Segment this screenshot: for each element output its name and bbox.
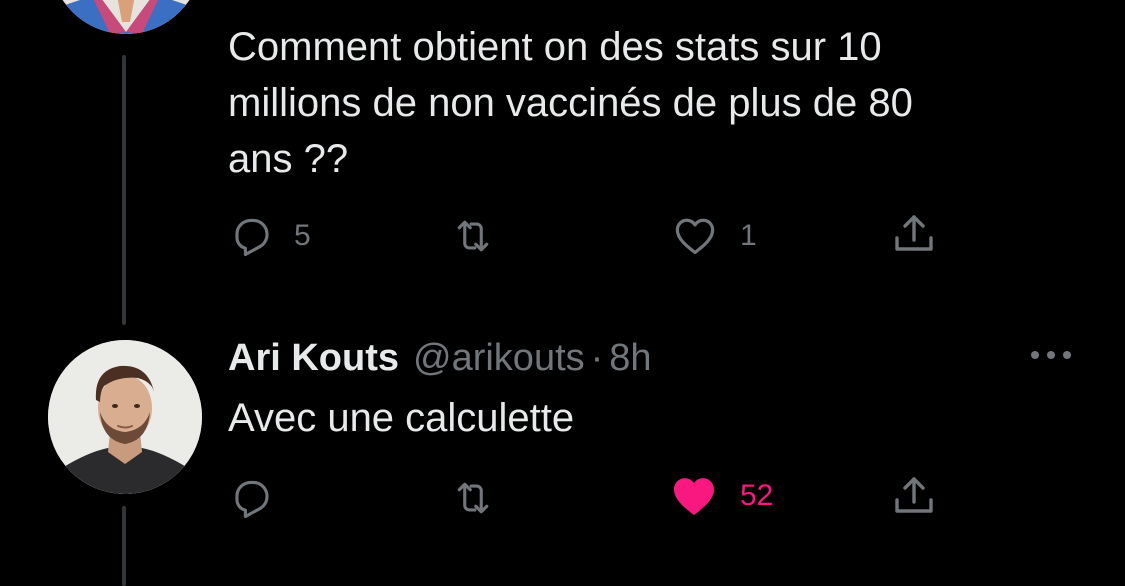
display-name[interactable]: Ari Kouts: [228, 337, 399, 380]
reply-button[interactable]: [230, 472, 294, 524]
reply-count: 5: [294, 219, 311, 252]
thread-line-bottom: [122, 506, 126, 586]
share-upload-icon: [895, 215, 933, 251]
speech-bubble-icon: [235, 218, 269, 257]
more-options-button[interactable]: [1026, 340, 1076, 370]
retweet-arrows-icon: [457, 220, 489, 252]
reply-button[interactable]: 5: [230, 210, 311, 262]
heart-icon: [674, 478, 714, 516]
separator-dot: ·: [590, 336, 604, 379]
reply-tweet-text: Avec une calculette: [228, 396, 575, 440]
avatar-photo-icon: [48, 340, 202, 494]
thread-line-top: [122, 55, 126, 325]
tweet-header: Ari Kouts @arikouts · 8h: [228, 330, 652, 386]
share-upload-icon: [895, 477, 933, 513]
three-dots-icon: [1031, 351, 1071, 359]
like-count: 52: [740, 479, 774, 512]
user-handle[interactable]: @arikouts: [413, 337, 585, 380]
heart-icon: [675, 218, 715, 255]
avatar-photo-icon: [50, 0, 202, 34]
retweet-arrows-icon: [457, 482, 489, 514]
retweet-button[interactable]: [448, 472, 518, 524]
timestamp[interactable]: 8h: [609, 337, 651, 380]
speech-bubble-icon: [235, 480, 269, 519]
parent-tweet-text: Comment obtient on des stats sur 10 mill…: [228, 25, 913, 181]
like-button[interactable]: 1: [670, 210, 757, 262]
avatar[interactable]: [48, 340, 202, 494]
share-button[interactable]: [890, 470, 938, 522]
share-button[interactable]: [890, 208, 938, 260]
like-button[interactable]: 52: [668, 470, 773, 522]
retweet-button[interactable]: [448, 210, 518, 262]
like-count: 1: [740, 219, 757, 252]
avatar[interactable]: [50, 0, 202, 34]
